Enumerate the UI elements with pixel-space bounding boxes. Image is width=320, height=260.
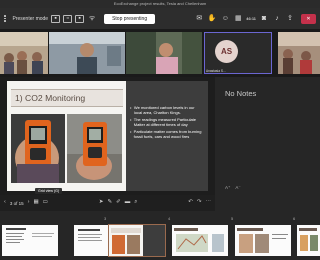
participant-name: Anastasia S... (206, 69, 226, 73)
more-icon[interactable]: ⋯ (206, 200, 212, 206)
participants-strip: AS Anastasia S... (0, 29, 320, 77)
participant-video-tile[interactable] (126, 32, 202, 74)
thumbnail-image (172, 225, 228, 256)
slide-thumbnails: 3 4 5 6 (0, 211, 320, 260)
zoom-icon[interactable]: ⌕ (134, 200, 137, 206)
slide-bullet: • We monitored carbon levels in our local… (130, 105, 195, 115)
thumbnail-number: 5 (231, 216, 234, 221)
more-options-icon[interactable] (4, 15, 6, 22)
hand-raise-icon[interactable]: ✋ (207, 14, 217, 24)
slide-thumbnail[interactable] (172, 225, 228, 256)
presenter-mode-side-icon[interactable]: ▫ (63, 14, 73, 23)
slide-title: 1) CO2 Monitoring (11, 89, 123, 107)
slide-thumbnail[interactable] (2, 225, 58, 256)
presenter-toolbar: Presenter mode ▪ ▫ ▪ ᯤ Stop presenting ✉… (0, 8, 320, 29)
slide-stage: 1) CO2 Monitoring • We monitored carbon … (0, 77, 215, 195)
microphone-icon[interactable]: ♪ (272, 14, 282, 24)
thumbnail-number: 3 (104, 216, 107, 221)
thumbnail-image (235, 225, 291, 256)
page-counter: 3 of 15 (9, 200, 24, 206)
font-decrease-icon[interactable]: A⁻ (235, 185, 240, 191)
participant-video-tile[interactable] (0, 32, 48, 74)
participant-video-image (49, 32, 125, 74)
share-icon[interactable]: ⇪ (285, 14, 295, 24)
pen-icon[interactable]: ✎ (107, 200, 112, 206)
slide-thumbnail-selected[interactable] (108, 224, 166, 257)
leave-button[interactable]: ✕ (301, 13, 316, 24)
notes-placeholder: No Notes (225, 89, 257, 98)
slide-sorter-icon[interactable]: ▭ (43, 200, 48, 206)
redo-icon[interactable]: ↷ (197, 200, 202, 206)
participant-video-image (278, 32, 320, 74)
previous-slide-icon[interactable]: ‹ (4, 200, 6, 206)
pointer-icon[interactable]: ➤ (99, 200, 104, 206)
participant-video-tile[interactable] (278, 32, 320, 74)
presenter-mode-reporter-icon[interactable]: ▪ (75, 14, 85, 23)
grid-view-icon[interactable]: ▦ (233, 14, 243, 24)
camera-icon[interactable]: ◙ (259, 14, 269, 24)
participant-video-tile[interactable] (49, 32, 125, 74)
tooltip: Grid view (G) (35, 188, 63, 194)
avatar: AS (215, 40, 238, 63)
slide-photo-meter-1 (11, 114, 65, 183)
highlighter-icon[interactable]: ✐ (116, 200, 121, 206)
slide-bullets: • We monitored carbon levels in our local… (126, 81, 208, 191)
window-title: EcoExchange project results, Tesla and C… (0, 0, 320, 8)
presenter-mode-label: Presenter mode (12, 15, 49, 22)
notes-pane: No Notes A⁺ A⁻ (215, 77, 320, 211)
slide-thumbnail[interactable] (297, 225, 320, 256)
network-icon: ᯤ (88, 15, 96, 22)
thumbnail-image (2, 225, 58, 256)
presenter-mode-standout-icon[interactable]: ▪ (51, 14, 61, 23)
thumbnail-image (297, 225, 320, 256)
eraser-icon[interactable]: ▬ (125, 200, 131, 206)
notes-font-controls: A⁺ A⁻ (225, 185, 241, 191)
slide-grid-icon[interactable]: ▦ (33, 200, 38, 206)
current-slide[interactable]: 1) CO2 Monitoring • We monitored carbon … (7, 81, 208, 191)
reaction-icon[interactable]: ☺ (220, 14, 230, 24)
participant-video-image (0, 32, 48, 74)
next-slide-icon[interactable]: › (28, 200, 30, 206)
undo-icon[interactable]: ↶ (188, 200, 193, 206)
slide-bullet: • The readings measured Particulate Matte… (130, 117, 197, 127)
thumbnail-number: 4 (168, 216, 171, 221)
stop-presenting-button[interactable]: Stop presenting (104, 13, 156, 24)
slide-navigation-bar: ‹ 3 of 15 › ▦ ▭ ➤ ✎ ✐ ▬ ⌕ ↶ ↷ ⋯ (0, 195, 215, 211)
thumbnail-number: 6 (293, 216, 296, 221)
slide-bullet: • Particulate matter comes from burning f… (130, 129, 202, 139)
meeting-timer: 46:11 (246, 16, 256, 21)
thumbnail-image (109, 225, 165, 256)
participant-avatar-tile[interactable]: AS Anastasia S... (204, 32, 272, 74)
chat-icon[interactable]: ✉ (194, 14, 204, 24)
font-increase-icon[interactable]: A⁺ (225, 185, 230, 191)
slide-photo-meter-2 (67, 114, 122, 183)
slide-thumbnail[interactable] (235, 225, 291, 256)
participant-video-image (126, 32, 202, 74)
